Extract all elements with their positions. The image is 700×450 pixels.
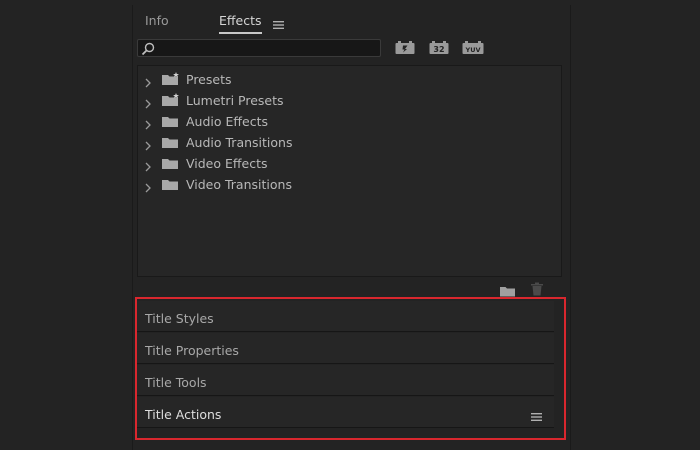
tree-item-lumetri-presets[interactable]: Lumetri Presets — [138, 89, 438, 109]
tree-item-presets[interactable]: Presets — [138, 68, 438, 88]
panel-menu-icon[interactable] — [273, 15, 284, 34]
title-properties-panel[interactable]: Title Properties — [137, 333, 554, 364]
folder-star-icon — [162, 92, 180, 111]
title-actions-panel[interactable]: Title Actions — [137, 397, 554, 428]
tree-item-label: Video Effects — [186, 156, 268, 171]
32-bit-color-icon[interactable]: 32 — [429, 40, 449, 59]
tree-item-label: Video Transitions — [186, 177, 292, 192]
tree-item-label: Audio Transitions — [186, 135, 293, 150]
tree-item-audio-transitions[interactable]: Audio Transitions — [138, 131, 438, 151]
folder-star-icon — [162, 71, 180, 90]
tree-item-audio-effects[interactable]: Audio Effects — [138, 110, 438, 130]
panel-tab-bar: Info Effects — [133, 5, 570, 35]
tree-item-label: Lumetri Presets — [186, 93, 284, 108]
folder-icon — [162, 113, 180, 132]
title-actions-label: Title Actions — [145, 407, 222, 422]
yuv-icon[interactable]: YUV — [462, 40, 484, 59]
title-tools-panel[interactable]: Title Tools — [137, 365, 554, 396]
tab-info[interactable]: Info — [145, 13, 169, 28]
panel-menu-icon[interactable] — [531, 407, 542, 426]
title-styles-panel[interactable]: Title Styles — [137, 301, 554, 332]
effects-panel: Info Effects 32 YUV Presets Lumetri Pres… — [132, 5, 571, 450]
title-properties-label: Title Properties — [145, 343, 239, 358]
tab-effects[interactable]: Effects — [219, 13, 262, 34]
32-bit-label: 32 — [433, 45, 444, 54]
accelerated-effects-icon[interactable] — [395, 40, 415, 59]
yuv-label: YUV — [464, 46, 480, 54]
folder-icon — [162, 176, 180, 195]
folder-icon — [162, 155, 180, 174]
search-icon — [141, 41, 155, 60]
chevron-right-icon[interactable] — [144, 178, 152, 197]
folder-icon — [162, 134, 180, 153]
tree-item-label: Audio Effects — [186, 114, 268, 129]
tree-item-video-effects[interactable]: Video Effects — [138, 152, 438, 172]
search-field[interactable] — [137, 39, 381, 57]
title-tools-label: Title Tools — [145, 375, 207, 390]
title-styles-label: Title Styles — [145, 311, 214, 326]
tree-item-label: Presets — [186, 72, 232, 87]
effects-tree: Presets Lumetri Presets Audio Effects Au… — [137, 65, 562, 277]
tree-item-video-transitions[interactable]: Video Transitions — [138, 173, 438, 193]
search-input[interactable] — [158, 40, 378, 56]
title-panels: Title Styles Title Properties Title Tool… — [137, 298, 566, 439]
